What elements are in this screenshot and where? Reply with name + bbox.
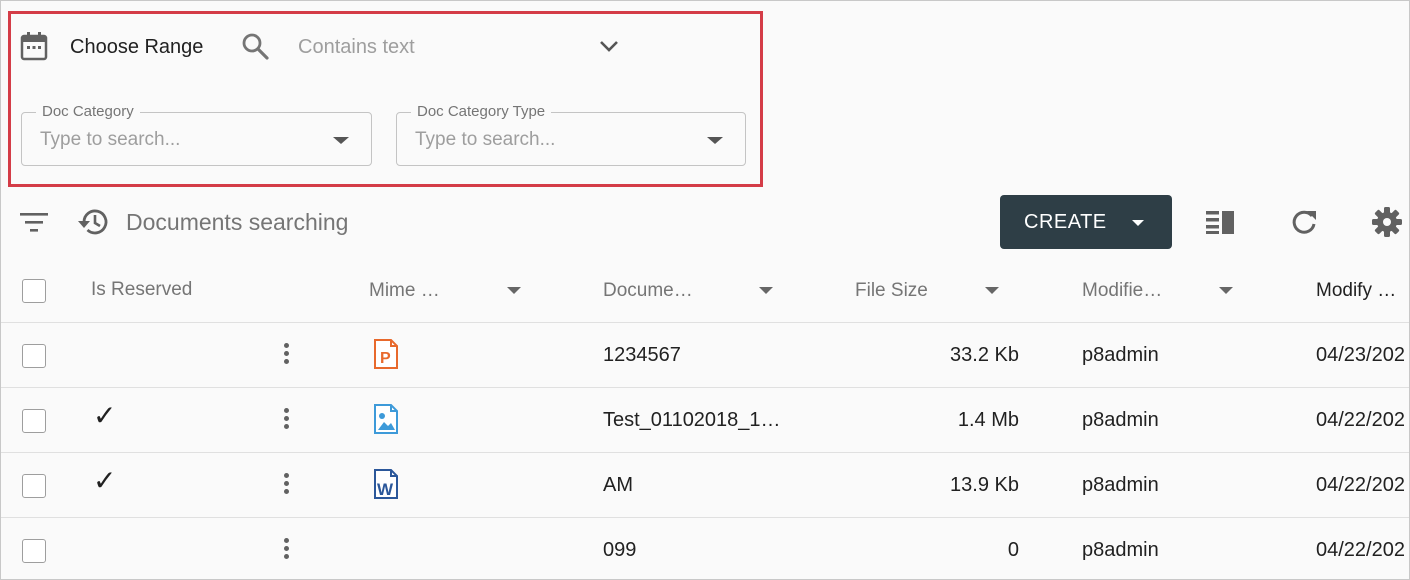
reserved-check-icon: ✓	[93, 465, 117, 496]
create-button-label: CREATE	[1024, 211, 1107, 233]
file-size: 33.2 Kb	[950, 344, 1019, 366]
document-name[interactable]: 099	[603, 539, 636, 562]
word-file-icon: W	[373, 469, 399, 499]
create-dropdown-icon	[1132, 220, 1144, 226]
file-size: 0	[1007, 539, 1019, 561]
modify-date: 04/22/202	[1316, 409, 1405, 431]
powerpoint-file-icon: P	[373, 339, 399, 369]
column-header-document[interactable]: Docume…	[603, 280, 693, 302]
document-name[interactable]: 1234567	[603, 344, 681, 367]
row-checkbox[interactable]	[22, 539, 46, 563]
document-name[interactable]: Test_01102018_1…	[603, 409, 781, 432]
history-icon[interactable]	[77, 207, 109, 237]
modifier: p8admin	[1082, 474, 1159, 496]
svg-text:W: W	[377, 480, 394, 499]
filters-highlight	[8, 11, 763, 187]
toolbar-title: Documents searching	[126, 209, 349, 235]
refresh-icon[interactable]	[1290, 208, 1318, 236]
view-toggle-icon[interactable]	[1206, 209, 1234, 235]
divider	[1, 452, 1409, 453]
settings-gear-icon[interactable]	[1372, 207, 1402, 237]
divider	[1, 322, 1409, 323]
modify-date: 04/22/202	[1316, 474, 1405, 496]
select-all-checkbox[interactable]	[22, 279, 46, 303]
column-header-file-size[interactable]: File Size	[855, 280, 928, 302]
row-actions-menu-icon[interactable]	[284, 408, 289, 432]
reserved-check-icon: ✓	[93, 400, 117, 431]
column-header-is-reserved[interactable]: Is Reserved	[91, 279, 192, 301]
document-name[interactable]: AM	[603, 474, 633, 497]
row-actions-menu-icon[interactable]	[284, 538, 289, 562]
modifier: p8admin	[1082, 539, 1159, 561]
sort-dropdown-icon[interactable]	[507, 287, 521, 294]
svg-text:P: P	[380, 350, 391, 367]
modifier: p8admin	[1082, 409, 1159, 431]
sort-dropdown-icon[interactable]	[985, 287, 999, 294]
row-checkbox[interactable]	[22, 344, 46, 368]
row-checkbox[interactable]	[22, 474, 46, 498]
divider	[1, 517, 1409, 518]
column-header-mime-type[interactable]: Mime …	[369, 280, 440, 302]
documents-panel: Choose Range Contains text Doc Category …	[0, 0, 1410, 580]
create-button[interactable]: CREATE	[1000, 195, 1172, 249]
sort-dropdown-icon[interactable]	[1219, 287, 1233, 294]
image-file-icon	[373, 404, 399, 434]
modify-date: 04/23/202	[1316, 344, 1405, 366]
row-actions-menu-icon[interactable]	[284, 343, 289, 367]
file-size: 1.4 Mb	[957, 409, 1019, 431]
file-size: 13.9 Kb	[950, 474, 1019, 496]
divider	[1, 387, 1409, 388]
sort-dropdown-icon[interactable]	[759, 287, 773, 294]
row-checkbox[interactable]	[22, 409, 46, 433]
column-header-modify-date[interactable]: Modify …	[1316, 280, 1396, 302]
modify-date: 04/22/202	[1316, 539, 1405, 561]
row-actions-menu-icon[interactable]	[284, 473, 289, 497]
filter-icon[interactable]	[20, 211, 48, 233]
column-header-modifier[interactable]: Modifie…	[1082, 280, 1162, 302]
modifier: p8admin	[1082, 344, 1159, 366]
